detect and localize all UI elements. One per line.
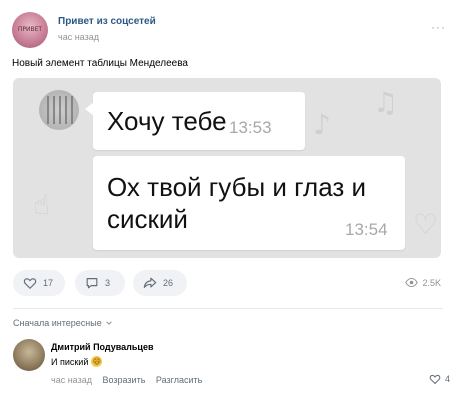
views-count: 2.5K [422, 277, 441, 288]
comments-sort-dropdown[interactable]: Сначала интересные [13, 318, 113, 328]
doodle-thumb-icon: ☝ [33, 188, 51, 221]
comment-time[interactable]: час назад [51, 375, 92, 385]
post-text: Новый элемент таблицы Менделеева [12, 58, 188, 69]
laughing-emoji-icon: 😄 [91, 356, 103, 367]
commenter-avatar[interactable] [13, 339, 45, 371]
share-icon [143, 277, 157, 288]
chat-message-text-line2: сиский [107, 204, 188, 234]
comment-body: И пиский [51, 356, 89, 367]
share-count: 26 [163, 278, 174, 288]
chat-message-time: 13:54 [345, 220, 388, 239]
comment-button[interactable]: 3 [75, 270, 125, 296]
like-button[interactable]: 17 [13, 270, 65, 296]
divider [13, 308, 443, 309]
chat-bubble-1: Хочу тебе 13:53 [85, 92, 305, 150]
chat-message-text-line1: Ох твой губы и глаз и [107, 172, 367, 202]
share-comment-button[interactable]: Разгласить [156, 375, 202, 385]
doodle-heart-icon: ♡ [413, 208, 439, 241]
reply-button[interactable]: Возразить [102, 375, 145, 385]
comment-count: 3 [105, 278, 111, 288]
sort-label: Сначала интересные [13, 318, 102, 328]
comment-like-button[interactable]: 4 [429, 373, 450, 385]
comment-icon [86, 278, 98, 289]
post-header: ПРИВЕТ Привет из соцсетей час назад ··· [12, 10, 452, 50]
like-count: 17 [43, 278, 54, 288]
more-options-icon[interactable]: ··· [431, 20, 446, 34]
share-button[interactable]: 26 [133, 270, 187, 296]
chat-message-time: 13:53 [229, 118, 272, 137]
chat-message-text: Хочу тебе [107, 106, 227, 136]
comment-meta: час назад Возразить Разгласить [51, 375, 202, 385]
eye-icon [405, 277, 419, 288]
post-image[interactable]: ♪ ♫ ☝ ♡ Хочу тебе 13:53 Ох твой губы и г… [13, 78, 441, 258]
avatar-lettering: ПРИВЕТ [17, 26, 43, 33]
comment-author[interactable]: Дмитрий Подувальцев [51, 342, 154, 352]
post-time[interactable]: час назад [58, 32, 99, 42]
views-counter: 2.5K [405, 276, 441, 289]
chat-bubble-2: Ох твой губы и глаз и сиский 13:54 [93, 156, 405, 250]
chevron-down-icon [105, 321, 112, 325]
comment-like-count: 4 [444, 374, 450, 384]
doodle-music-icon: ♪ [313, 108, 331, 141]
heart-icon [429, 374, 441, 385]
group-name-link[interactable]: Привет из соцсетей [58, 16, 156, 27]
doodle-note-icon: ♫ [373, 86, 399, 119]
post-actions: 17 3 26 2.5K [13, 270, 453, 300]
comment-text: И пиский 😄 [51, 356, 103, 367]
heart-icon [23, 278, 37, 290]
chat-avatar [39, 90, 79, 130]
group-avatar[interactable]: ПРИВЕТ [12, 12, 48, 48]
